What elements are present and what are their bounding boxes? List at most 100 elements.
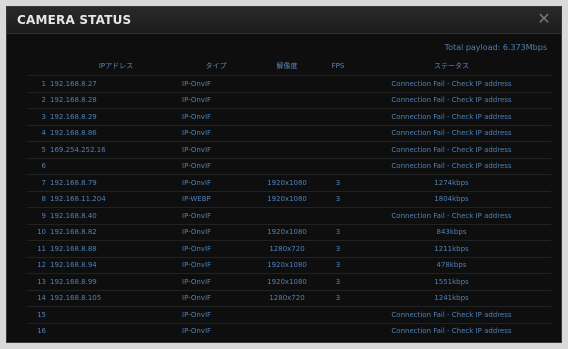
cell-status: 1211kbps (434, 244, 469, 253)
cell-ip-address: 192.168.8.86 (50, 129, 97, 138)
header-resolution: 解像度 (276, 62, 298, 70)
cell-fps (324, 109, 352, 126)
cell-resolution (250, 125, 324, 142)
table-row[interactable]: 10 192.168.8.82 IP-OnvIF 1920x1080 3 843kbps (27, 224, 551, 241)
cell-resolution: 1920x1080 (267, 277, 307, 286)
cell-status: Connection Fail - Check IP address (391, 129, 512, 138)
cell-fps (324, 323, 352, 339)
cell-resolution (250, 76, 324, 93)
cell-resolution (250, 323, 324, 339)
cell-resolution (250, 142, 324, 159)
cell-number: 10 (37, 228, 46, 237)
cell-status: 843kbps (436, 228, 467, 237)
cell-status: 1804kbps (434, 195, 469, 204)
cell-status: Connection Fail - Check IP address (391, 145, 512, 154)
cell-number: 11 (37, 244, 46, 253)
cell-resolution (250, 307, 324, 324)
table-row[interactable]: 12 192.168.8.94 IP-OnvIF 1920x1080 3 478kbps (27, 257, 551, 274)
cell-fps (324, 92, 352, 109)
cell-ip-address: 192.168.8.82 (50, 228, 97, 237)
cell-fps (324, 158, 352, 175)
close-icon[interactable]: ✕ (535, 10, 553, 28)
cell-status: Connection Fail - Check IP address (391, 327, 512, 336)
cell-number: 2 (41, 96, 46, 105)
cell-resolution (250, 158, 324, 175)
cell-status: Connection Fail - Check IP address (391, 112, 512, 121)
cell-status: 1241kbps (434, 294, 469, 303)
header-type: タイプ (205, 62, 227, 70)
cell-fps: 3 (335, 228, 341, 237)
cell-resolution: 1920x1080 (267, 261, 307, 270)
cell-number: 7 (41, 178, 46, 187)
cell-type: IP-OnvIF (182, 294, 212, 303)
table-row[interactable]: 13 192.168.8.99 IP-OnvIF 1920x1080 3 1551kbps (27, 273, 551, 291)
cell-type: IP-OnvIF (182, 228, 212, 237)
header-number (27, 57, 50, 76)
cell-status: 1274kbps (434, 178, 469, 187)
cell-resolution: 1920x1080 (267, 228, 307, 237)
cell-status: Connection Fail - Check IP address (391, 211, 512, 220)
table-row[interactable]: 7 192.168.8.79 IP-OnvIF 1920x1080 3 1274kbps (27, 174, 551, 192)
cell-number: 8 (41, 195, 46, 204)
table-row[interactable]: 14 192.168.8.105 IP-OnvIF 1280x720 3 1241kbps (27, 290, 551, 307)
cell-number: 4 (41, 129, 46, 138)
cell-type: IP-OnvIF (182, 129, 212, 138)
cell-type: IP-OnvIF (182, 211, 212, 220)
cell-type: IP-OnvIF (182, 178, 212, 187)
cell-status: Connection Fail - Check IP address (391, 162, 512, 171)
cell-number: 6 (41, 162, 46, 171)
cell-fps (324, 307, 352, 324)
cell-ip-address: 192.168.8.27 (50, 79, 97, 88)
cell-ip-address: 192.168.8.105 (50, 294, 102, 303)
table-row[interactable]: 8 192.168.11.204 IP-WEBP 1920x1080 3 1804kbps (27, 191, 551, 208)
cell-ip-address: 192.168.8.40 (50, 211, 97, 220)
cell-resolution (250, 109, 324, 126)
header-status: ステータス (434, 62, 469, 70)
cell-ip-address: 192.168.8.94 (50, 261, 97, 270)
cell-number: 9 (41, 211, 46, 220)
cell-resolution (250, 208, 324, 225)
cell-ip-address: 192.168.8.28 (50, 96, 97, 105)
table-row[interactable]: 11 192.168.8.88 IP-OnvIF 1280x720 3 1211kbps (27, 240, 551, 258)
table-row[interactable]: 3 192.168.8.29 IP-OnvIF Connection Fail - C… (27, 108, 551, 126)
camera-status-table: IPアドレス タイプ 解像度 FPS ステータス 1 192.168.8.27 IP… (27, 57, 551, 339)
cell-fps (324, 208, 352, 225)
cell-status: Connection Fail - Check IP address (391, 310, 512, 319)
cell-type: IP-OnvIF (182, 310, 212, 319)
table-row[interactable]: 9 192.168.8.40 IP-OnvIF Connection Fail - C… (27, 207, 551, 225)
cell-fps: 3 (335, 195, 341, 204)
cell-number: 1 (41, 79, 46, 88)
table-row[interactable]: 2 192.168.8.28 IP-OnvIF Connection Fail - C… (27, 92, 551, 109)
table-row[interactable]: 16 IP-OnvIF Connection Fail - Check IP add… (27, 323, 551, 339)
cell-ip-address (50, 323, 182, 339)
dialog-title: CAMERA STATUS (17, 13, 132, 27)
table-row[interactable]: 6 IP-OnvIF Connection Fail - Check IP addr… (27, 158, 551, 175)
cell-fps (324, 142, 352, 159)
table-header-row: IPアドレス タイプ 解像度 FPS ステータス (27, 57, 551, 76)
table-row[interactable]: 5 169.254.252.16 IP-OnvIF Connection Fail -… (27, 141, 551, 159)
table-row[interactable]: 4 192.168.8.86 IP-OnvIF Connection Fail - C… (27, 125, 551, 142)
cell-number: 3 (41, 112, 46, 121)
cell-number: 12 (37, 261, 46, 270)
cell-ip-address: 192.168.11.204 (50, 195, 106, 204)
table-row[interactable]: 1 192.168.8.27 IP-OnvIF Connection Fail - C… (27, 75, 551, 93)
dialog-titlebar: CAMERA STATUS ✕ (7, 7, 561, 34)
cell-ip-address (50, 158, 182, 175)
cell-fps: 3 (335, 277, 341, 286)
total-payload: Total payload: 6.373Mbps (444, 43, 547, 52)
header-fps: FPS (331, 62, 345, 70)
cell-fps: 3 (335, 178, 341, 187)
cell-type: IP-OnvIF (182, 96, 212, 105)
cell-ip-address (50, 307, 182, 324)
cell-type: IP-OnvIF (182, 261, 212, 270)
cell-number: 14 (37, 294, 46, 303)
cell-resolution: 1920x1080 (267, 195, 307, 204)
cell-fps: 3 (335, 244, 341, 253)
cell-fps: 3 (335, 294, 341, 303)
cell-number: 16 (37, 327, 46, 336)
cell-resolution (250, 92, 324, 109)
cell-status: 478kbps (436, 261, 467, 270)
table-row[interactable]: 15 IP-OnvIF Connection Fail - Check IP add… (27, 306, 551, 324)
cell-type: IP-OnvIF (182, 327, 212, 336)
cell-resolution: 1920x1080 (267, 178, 307, 187)
